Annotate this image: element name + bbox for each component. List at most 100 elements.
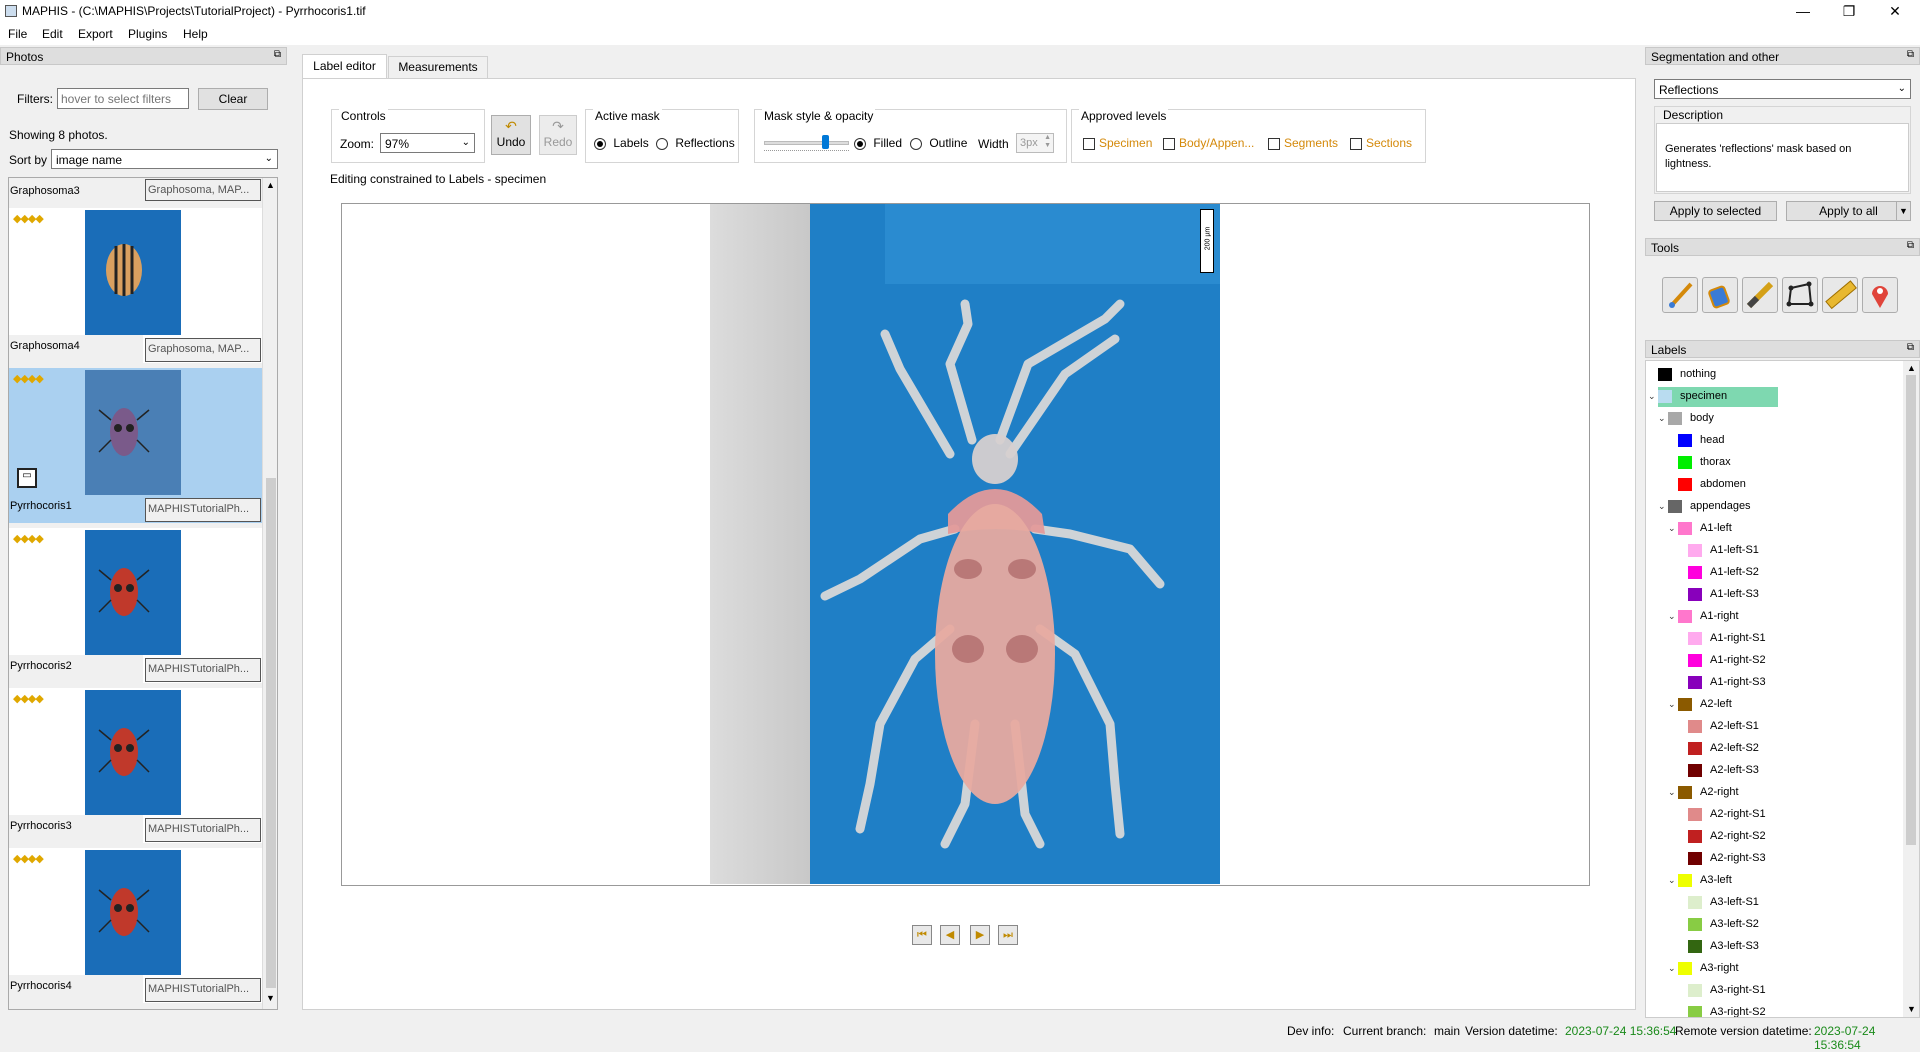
- radio-unselected[interactable]: [910, 137, 922, 150]
- label-row[interactable]: abdomen: [1646, 475, 1901, 493]
- photo-thumbnail[interactable]: [85, 530, 181, 655]
- photo-card[interactable]: ◆◆◆◆ Pyrrhocoris4 MAPHISTutorialPh...: [9, 848, 262, 1003]
- checkbox[interactable]: [1163, 137, 1175, 150]
- checkbox[interactable]: [1350, 137, 1362, 150]
- label-row[interactable]: A1-right-S2: [1646, 651, 1901, 669]
- photo-card[interactable]: ◆◆◆◆ Pyrrhocoris2 MAPHISTutorialPh...: [9, 528, 262, 683]
- label-row[interactable]: ⌄ A3-left: [1646, 871, 1901, 889]
- approve-segments-checkbox[interactable]: Segments: [1268, 136, 1338, 150]
- spin-arrows-icon[interactable]: ▲ ▼: [1044, 134, 1051, 150]
- undock-icon[interactable]: ⧉: [1907, 240, 1914, 251]
- label-row[interactable]: thorax: [1646, 453, 1901, 471]
- tab-label-editor[interactable]: Label editor: [302, 54, 387, 78]
- photo-card[interactable]: ◆◆◆◆ Pyrrhocoris3 MAPHISTutorialPh...: [9, 688, 262, 843]
- label-row[interactable]: ⌄ A2-left: [1646, 695, 1901, 713]
- expand-chevron-icon[interactable]: ⌄: [1668, 871, 1676, 889]
- expand-chevron-icon[interactable]: ⌄: [1658, 409, 1666, 427]
- label-row[interactable]: A2-right-S1: [1646, 805, 1901, 823]
- expand-chevron-icon[interactable]: ⌄: [1668, 519, 1676, 537]
- pin-tool[interactable]: [1862, 277, 1898, 313]
- undock-icon[interactable]: ⧉: [274, 49, 281, 60]
- scroll-down-icon[interactable]: ▼: [266, 993, 275, 1003]
- scroll-thumb[interactable]: [266, 478, 276, 988]
- label-row[interactable]: ⌄ A1-right: [1646, 607, 1901, 625]
- next-photo-button[interactable]: ▶: [970, 925, 990, 945]
- checkbox[interactable]: [1083, 137, 1095, 150]
- approve-specimen-checkbox[interactable]: Specimen: [1083, 136, 1152, 150]
- segmentation-select[interactable]: Reflections ⌄: [1654, 79, 1911, 99]
- mask-labels-option[interactable]: Labels: [594, 136, 649, 150]
- label-row[interactable]: A1-right-S1: [1646, 629, 1901, 647]
- menu-help[interactable]: Help: [183, 27, 208, 41]
- undo-button[interactable]: ↶ Undo: [491, 115, 531, 155]
- label-row[interactable]: A1-right-S3: [1646, 673, 1901, 691]
- scroll-up-icon[interactable]: ▲: [1907, 363, 1916, 373]
- label-row[interactable]: A2-left-S3: [1646, 761, 1901, 779]
- bucket-tool[interactable]: [1702, 277, 1738, 313]
- approve-body-checkbox[interactable]: Body/Appen...: [1163, 136, 1254, 150]
- minimize-button[interactable]: —: [1780, 0, 1826, 24]
- label-row[interactable]: A1-left-S1: [1646, 541, 1901, 559]
- filters-input[interactable]: [57, 88, 189, 109]
- prev-photo-button[interactable]: ◀: [940, 925, 960, 945]
- menu-file[interactable]: File: [8, 27, 27, 41]
- menu-edit[interactable]: Edit: [42, 27, 63, 41]
- label-row[interactable]: ⌄ specimen: [1646, 387, 1901, 407]
- last-photo-button[interactable]: ⏭: [998, 925, 1018, 945]
- specimen-image[interactable]: 200 µm: [710, 204, 1220, 884]
- radio-selected[interactable]: [594, 137, 606, 150]
- label-row[interactable]: A2-left-S1: [1646, 717, 1901, 735]
- approve-sections-checkbox[interactable]: Sections: [1350, 136, 1412, 150]
- radio-unselected[interactable]: [656, 137, 668, 150]
- label-row[interactable]: A3-left-S1: [1646, 893, 1901, 911]
- label-row[interactable]: head: [1646, 431, 1901, 449]
- zoom-select[interactable]: 97% ⌄: [380, 133, 475, 153]
- photo-list-scrollbar[interactable]: ▲ ▼: [262, 178, 277, 1009]
- brush-tool[interactable]: [1662, 277, 1698, 313]
- label-row[interactable]: A3-left-S2: [1646, 915, 1901, 933]
- label-row[interactable]: A2-right-S3: [1646, 849, 1901, 867]
- ruler-tool[interactable]: [1822, 277, 1858, 313]
- photo-card[interactable]: ◆◆◆◆ Graphosoma4 Graphosoma, MAP...: [9, 208, 262, 363]
- scroll-thumb[interactable]: [1906, 375, 1916, 845]
- label-row[interactable]: A3-left-S3: [1646, 937, 1901, 955]
- label-row[interactable]: ⌄ body: [1646, 409, 1901, 427]
- dropdown-arrow-icon[interactable]: ▼: [1896, 202, 1910, 220]
- first-photo-button[interactable]: ⏮: [912, 925, 932, 945]
- labels-scrollbar[interactable]: ▲ ▼: [1903, 361, 1919, 1017]
- menu-export[interactable]: Export: [78, 27, 113, 41]
- photo-thumbnail[interactable]: [85, 690, 181, 815]
- photo-thumbnail[interactable]: [85, 850, 181, 975]
- save-icon[interactable]: ▭: [17, 468, 37, 488]
- label-row[interactable]: nothing: [1646, 365, 1901, 383]
- label-row[interactable]: ⌄ A1-left: [1646, 519, 1901, 537]
- undock-icon[interactable]: ⧉: [1907, 49, 1914, 60]
- label-row[interactable]: A1-left-S2: [1646, 563, 1901, 581]
- slider-handle[interactable]: [822, 135, 829, 149]
- photo-card[interactable]: ◆◆◆◆ ▭ Pyrrhocoris1 MAPHISTutorialPh...: [9, 368, 262, 523]
- radio-selected[interactable]: [854, 137, 866, 150]
- label-row[interactable]: ⌄ A3-right: [1646, 959, 1901, 977]
- scroll-down-icon[interactable]: ▼: [1907, 1004, 1916, 1014]
- clear-filters-button[interactable]: Clear: [198, 88, 268, 110]
- undock-icon[interactable]: ⧉: [1907, 342, 1914, 353]
- label-row[interactable]: A3-right-S2: [1646, 1003, 1901, 1017]
- expand-chevron-icon[interactable]: ⌄: [1648, 387, 1656, 405]
- polygon-tool[interactable]: [1782, 277, 1818, 313]
- expand-chevron-icon[interactable]: ⌄: [1668, 959, 1676, 977]
- apply-selected-button[interactable]: Apply to selected: [1654, 201, 1777, 221]
- label-row[interactable]: A3-right-S1: [1646, 981, 1901, 999]
- label-row[interactable]: ⌄ A2-right: [1646, 783, 1901, 801]
- close-button[interactable]: ✕: [1872, 0, 1918, 24]
- redo-button[interactable]: ↷ Redo: [539, 115, 577, 155]
- mask-reflections-option[interactable]: Reflections: [656, 136, 735, 150]
- menu-plugins[interactable]: Plugins: [128, 27, 167, 41]
- width-spinbox[interactable]: 3px ▲ ▼: [1016, 133, 1054, 153]
- knife-tool[interactable]: [1742, 277, 1778, 313]
- apply-all-button[interactable]: Apply to all ▼: [1786, 201, 1911, 221]
- expand-chevron-icon[interactable]: ⌄: [1668, 695, 1676, 713]
- label-row[interactable]: ⌄ appendages: [1646, 497, 1901, 515]
- filled-option[interactable]: Filled: [854, 136, 902, 150]
- outline-option[interactable]: Outline: [910, 136, 967, 150]
- scroll-up-icon[interactable]: ▲: [266, 180, 275, 190]
